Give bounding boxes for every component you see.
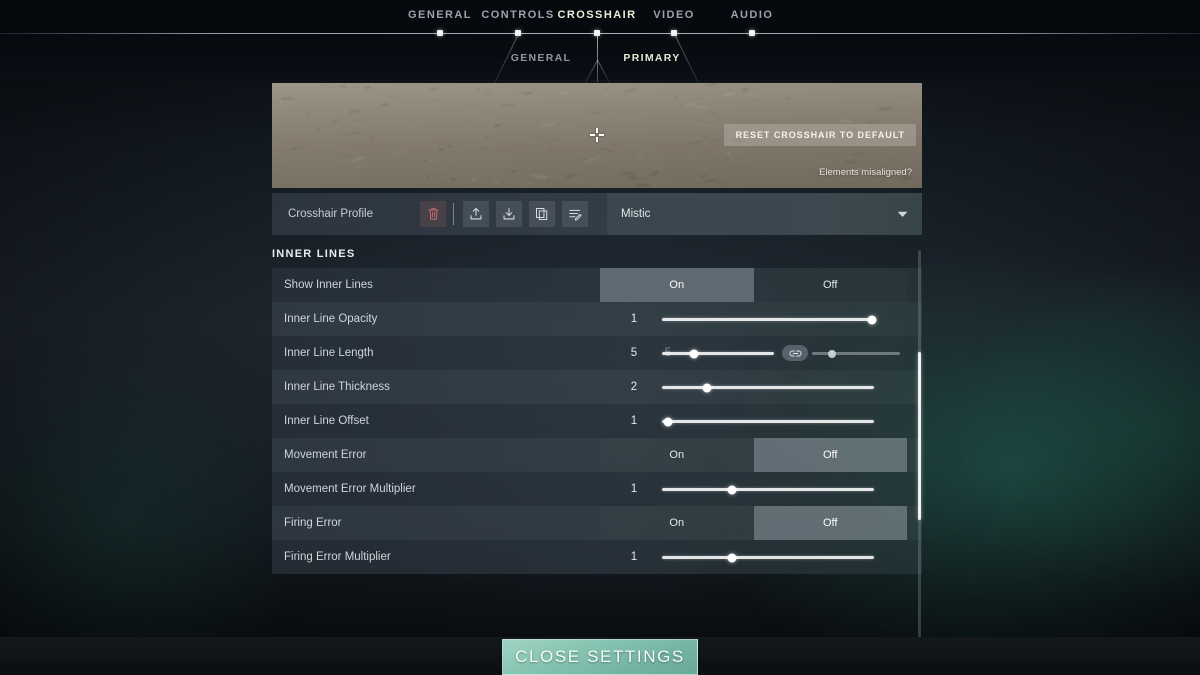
download-icon <box>503 208 515 220</box>
top-navigation: GENERAL CONTROLS CROSSHAIR VIDEO AUDIO GENERA… <box>0 0 1200 87</box>
toggle-option-off[interactable]: Off <box>753 506 907 540</box>
elements-misaligned-link[interactable]: Elements misaligned? <box>819 167 912 178</box>
slider-value: 2 <box>630 381 638 393</box>
nav-tab-video[interactable]: VIDEO <box>653 9 694 21</box>
settings-scrollbar-thumb[interactable] <box>918 352 921 520</box>
slider-value: 1 <box>630 483 638 495</box>
toggle-option-off[interactable]: Off <box>753 438 907 472</box>
crosshair-profile-dropdown[interactable]: Mistic <box>607 193 922 235</box>
row-label: Firing Error <box>284 517 342 529</box>
slider-knob[interactable] <box>727 485 737 494</box>
crosshair-profile-value: Mistic <box>621 208 651 220</box>
slider-track[interactable] <box>662 485 874 494</box>
row-label: Show Inner Lines <box>284 279 373 291</box>
toggle-group: On Off <box>600 438 907 472</box>
settings-row: Inner Line Offset 1 <box>272 404 922 438</box>
rename-profile-button[interactable] <box>562 201 588 227</box>
row-label: Inner Line Length <box>284 347 374 359</box>
toggle-group: On Off <box>600 268 907 302</box>
nav-subtab-general[interactable]: GENERAL <box>511 52 571 64</box>
upload-icon <box>470 207 482 220</box>
close-settings-button[interactable]: CLOSE SETTINGS <box>502 639 698 675</box>
link-sliders-button[interactable] <box>782 345 808 361</box>
nav-dot-audio <box>749 30 755 36</box>
crosshair-profile-label: Crosshair Profile <box>288 208 373 220</box>
rename-icon <box>569 209 582 221</box>
row-label: Movement Error <box>284 449 367 461</box>
settings-row: Inner Line Length55 <box>272 336 922 370</box>
settings-row: Movement Error On Off <box>272 438 922 472</box>
export-profile-button[interactable] <box>496 201 522 227</box>
footer-bar: CLOSE SETTINGS <box>0 637 1200 675</box>
row-label: Firing Error Multiplier <box>284 551 391 563</box>
crosshair-profile-bar: Crosshair Profile Mistic <box>272 193 922 235</box>
slider-track[interactable] <box>662 417 874 426</box>
nav-branch-line <box>597 34 598 82</box>
slider-track[interactable] <box>662 315 877 324</box>
slider-track[interactable] <box>662 553 874 562</box>
icon-group-divider <box>453 203 454 225</box>
trash-icon <box>427 208 439 220</box>
row-label: Inner Line Offset <box>284 415 369 427</box>
nav-tab-general[interactable]: GENERAL <box>408 9 472 21</box>
row-label: Inner Line Thickness <box>284 381 390 393</box>
slider-track[interactable] <box>662 383 874 392</box>
settings-rows: Show Inner Lines On Off Inner Line Opacity 1… <box>272 268 922 574</box>
toggle-option-off[interactable]: Off <box>754 268 908 302</box>
toggle-option-on[interactable]: On <box>600 506 754 540</box>
link-icon <box>788 350 802 356</box>
slider-knob[interactable] <box>702 383 712 392</box>
row-label: Inner Line Opacity <box>284 313 378 325</box>
section-header-inner-lines: INNER LINES <box>272 248 356 260</box>
slider-knob[interactable] <box>867 315 877 324</box>
slider-track-secondary[interactable] <box>812 349 900 358</box>
crosshair-settings-panel: RESET CROSSHAIR TO DEFAULT Elements misa… <box>272 83 922 574</box>
nav-tab-crosshair[interactable]: CROSSHAIR <box>557 9 636 21</box>
toggle-group: On Off <box>600 506 907 540</box>
settings-row: Movement Error Multiplier 1 <box>272 472 922 506</box>
slider-knob-primary[interactable] <box>689 349 699 358</box>
settings-row: Firing Error On Off <box>272 506 922 540</box>
nav-dot-general <box>437 30 443 36</box>
reset-crosshair-button[interactable]: RESET CROSSHAIR TO DEFAULT <box>723 124 916 146</box>
delete-profile-button[interactable] <box>420 201 446 227</box>
toggle-option-on[interactable]: On <box>600 438 754 472</box>
nav-tab-controls[interactable]: CONTROLS <box>481 9 554 21</box>
slider-knob[interactable] <box>663 417 673 426</box>
slider-value: 1 <box>630 313 638 325</box>
toggle-option-on[interactable]: On <box>600 268 754 302</box>
chevron-down-icon <box>897 211 908 217</box>
settings-row: Firing Error Multiplier 1 <box>272 540 922 574</box>
slider-track-primary[interactable] <box>662 349 774 358</box>
crosshair-preview[interactable]: RESET CROSSHAIR TO DEFAULT Elements misa… <box>272 83 922 188</box>
import-profile-button[interactable] <box>463 201 489 227</box>
settings-row: Inner Line Thickness 2 <box>272 370 922 404</box>
nav-horizontal-rule <box>0 33 1200 34</box>
duplicate-profile-button[interactable] <box>529 201 555 227</box>
settings-row: Show Inner Lines On Off <box>272 268 922 302</box>
nav-tab-audio[interactable]: AUDIO <box>731 9 774 21</box>
settings-row: Inner Line Opacity 1 <box>272 302 922 336</box>
copy-icon <box>536 208 548 220</box>
slider-knob[interactable] <box>727 553 737 562</box>
slider-knob-secondary[interactable] <box>828 349 837 358</box>
row-label: Movement Error Multiplier <box>284 483 416 495</box>
slider-value: 1 <box>630 551 638 563</box>
nav-subtab-primary[interactable]: PRIMARY <box>623 52 680 64</box>
slider-value: 1 <box>630 415 638 427</box>
settings-scrollbar-track[interactable] <box>918 250 921 638</box>
